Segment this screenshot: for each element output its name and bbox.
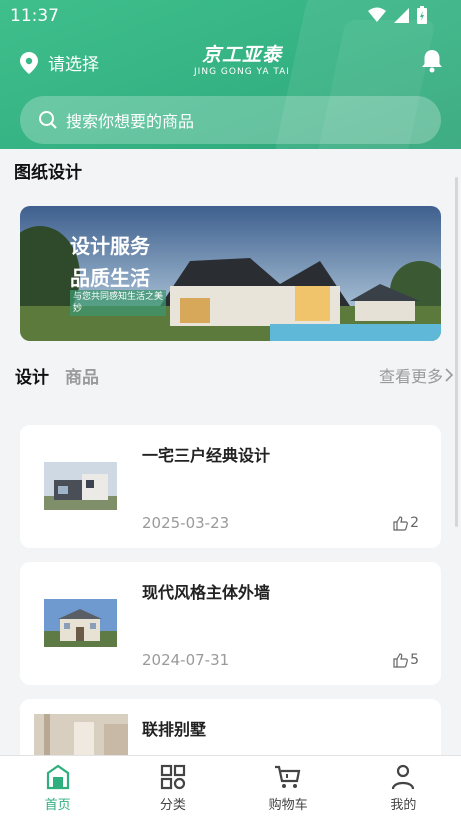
tab-category-label: 分类 xyxy=(159,798,186,813)
location-label: 请选择 xyxy=(48,55,99,75)
card-date: 2025-03-23 xyxy=(142,514,230,532)
design-card[interactable]: 联排别墅 xyxy=(20,699,441,755)
brand-name-en: JING GONG YA TAI xyxy=(194,67,290,77)
banner-headline-2: 品质生活 xyxy=(70,266,150,290)
tab-profile-label: 我的 xyxy=(390,798,417,813)
like-count: 5 xyxy=(410,652,419,668)
tab-profile[interactable]: 我的 xyxy=(346,756,461,821)
card-title: 联排别墅 xyxy=(142,720,207,739)
header: 11:37 请选择 京工亚泰 JING GONG YA TAI 搜索你想要的商品 xyxy=(0,0,461,149)
bell-icon xyxy=(422,50,442,73)
design-thumbnail xyxy=(44,599,117,647)
promo-banner[interactable]: 设计服务 品质生活 与您共同感知生活之美妙 xyxy=(20,206,441,341)
like-button[interactable]: 5 xyxy=(393,652,419,668)
card-title: 一宅三户经典设计 xyxy=(142,446,271,465)
design-thumbnail xyxy=(34,714,128,755)
view-more-link[interactable]: 查看更多 xyxy=(379,363,453,387)
signal-icon xyxy=(394,7,409,23)
tab-cart[interactable]: 购物车 xyxy=(231,756,346,821)
tab-home-label: 首页 xyxy=(44,798,71,813)
tab-products[interactable]: 商品 xyxy=(65,363,99,388)
chevron-right-icon xyxy=(445,368,453,382)
tab-category[interactable]: 分类 xyxy=(115,756,230,821)
location-pin-icon xyxy=(20,51,38,74)
tab-cart-label: 购物车 xyxy=(268,798,308,813)
design-card[interactable]: 一宅三户经典设计 2025-03-23 2 xyxy=(20,425,441,548)
main-content[interactable]: 图纸设计 设计服务 品质生活 与您共同感知生活之美妙 设计 商品 查看更多 一宅… xyxy=(0,149,461,755)
banner-headline-1: 设计服务 xyxy=(70,234,150,258)
status-bar: 11:37 xyxy=(0,0,461,32)
search-bar[interactable]: 搜索你想要的商品 xyxy=(20,96,441,144)
like-count: 2 xyxy=(410,515,419,531)
tab-design[interactable]: 设计 xyxy=(15,363,49,388)
thumbs-up-icon xyxy=(393,652,408,668)
search-icon xyxy=(39,111,57,129)
home-icon xyxy=(46,764,69,790)
user-icon xyxy=(392,764,415,790)
card-title: 现代风格主体外墙 xyxy=(142,583,271,602)
location-selector[interactable]: 请选择 xyxy=(20,50,99,75)
brand-name-cn: 京工亚泰 xyxy=(201,44,282,66)
content-tabs: 设计 商品 xyxy=(15,363,99,388)
status-time: 11:37 xyxy=(10,6,59,26)
battery-icon xyxy=(417,6,427,24)
brand-logo: 京工亚泰 JING GONG YA TAI xyxy=(192,44,292,78)
search-placeholder: 搜索你想要的商品 xyxy=(66,112,195,131)
tab-home[interactable]: 首页 xyxy=(0,756,115,821)
design-thumbnail xyxy=(44,462,117,510)
view-more-label: 查看更多 xyxy=(378,367,443,386)
notification-button[interactable] xyxy=(421,49,443,77)
wifi-icon xyxy=(368,7,386,22)
card-date: 2024-07-31 xyxy=(142,651,230,669)
shopping-cart-icon xyxy=(275,765,301,788)
bottom-tab-bar: 首页 分类 购物车 我的 xyxy=(0,755,461,821)
scrollbar[interactable] xyxy=(455,177,458,527)
design-card[interactable]: 现代风格主体外墙 2024-07-31 5 xyxy=(20,562,441,685)
like-button[interactable]: 2 xyxy=(393,515,419,531)
banner-tagline: 与您共同感知生活之美妙 xyxy=(70,290,166,316)
grid-icon xyxy=(160,764,185,790)
system-icons xyxy=(368,6,427,24)
thumbs-up-icon xyxy=(393,515,408,531)
section-title: 图纸设计 xyxy=(14,163,82,183)
